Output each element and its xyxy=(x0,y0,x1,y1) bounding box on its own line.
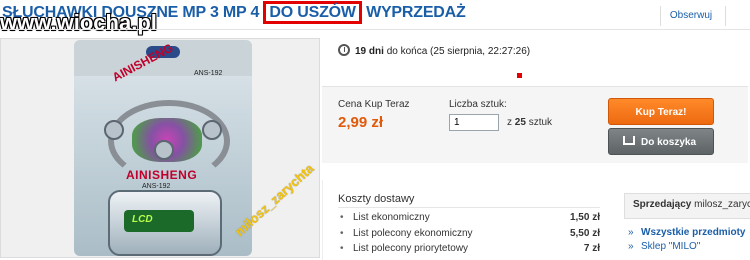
shipping-price: 7 zł xyxy=(583,243,600,254)
buy-now-button[interactable]: Kup Teraz! xyxy=(608,98,714,125)
bullet: » xyxy=(628,227,634,238)
quantity-of-prefix: z xyxy=(507,117,512,128)
quantity-unit: sztuk xyxy=(528,117,553,128)
watch-side-box xyxy=(725,6,746,26)
shipping-row: • List ekonomiczny 1,50 zł xyxy=(340,212,600,226)
bullet: • xyxy=(340,243,344,254)
watch-button[interactable]: Obserwuj xyxy=(660,6,721,26)
shipping-row: • List polecony ekonomiczny 5,50 zł xyxy=(340,228,600,242)
seller-link-text[interactable]: Sklep "MILO" xyxy=(641,241,700,252)
bullet: » xyxy=(628,241,634,252)
quantity-input[interactable] xyxy=(449,114,499,131)
shipping-title: Koszty dostawy xyxy=(338,193,415,205)
add-to-cart-button[interactable]: Do koszyka xyxy=(608,128,714,155)
earbud-left xyxy=(104,120,124,140)
red-marker xyxy=(517,73,522,78)
product-image[interactable]: ANS-192 AINISHENG AINISHENG ANS-192 LCD xyxy=(74,40,252,256)
shipping-method: List ekonomiczny xyxy=(353,212,430,223)
seller-link-text[interactable]: Wszystkie przedmioty xyxy=(641,227,745,238)
title-divider xyxy=(0,29,750,30)
quantity-available-count: 25 xyxy=(514,117,526,128)
quantity-label: Liczba sztuk: xyxy=(449,99,507,110)
listing-title-suffix: WYPRZEDAŻ xyxy=(366,4,466,21)
end-date-text: do końca (25 sierpnia, 22:27:26) xyxy=(386,46,531,57)
earbud-center xyxy=(154,140,174,160)
shipping-price: 5,50 zł xyxy=(569,228,600,239)
add-to-cart-label: Do koszyka xyxy=(641,137,697,148)
model-code-mid: ANS-192 xyxy=(142,183,171,190)
price-value: 2,99 zł xyxy=(338,114,384,131)
clock-icon xyxy=(338,44,350,56)
shipping-method: List polecony ekonomiczny xyxy=(353,228,473,239)
time-remaining: 19 dni do końca (25 sierpnia, 22:27:26) xyxy=(355,46,530,57)
brand-label-mid: AINISHENG xyxy=(126,168,198,182)
shipping-divider xyxy=(338,207,600,208)
cart-icon xyxy=(623,136,635,145)
bullet: • xyxy=(340,228,344,239)
shipping-method: List polecony priorytetowy xyxy=(353,243,469,254)
player-display-text: LCD xyxy=(132,214,153,225)
seller-label: Sprzedający xyxy=(633,199,692,210)
days-left: 19 dni xyxy=(355,46,384,57)
shipping-row: • List polecony priorytetowy 7 zł xyxy=(340,243,600,257)
site-watermark: www.wiocha.pl xyxy=(0,10,157,35)
seller-info: Sprzedający milosz_zarych xyxy=(633,199,750,210)
listing-title-highlight: DO USZÓW xyxy=(263,1,362,24)
price-label: Cena Kup Teraz xyxy=(338,99,410,110)
shipping-price: 1,50 zł xyxy=(569,212,600,223)
bullet: • xyxy=(340,212,344,223)
seller-name[interactable]: milosz_zarych xyxy=(694,199,750,210)
quantity-available: z 25 sztuk xyxy=(507,117,552,128)
model-code-top: ANS-192 xyxy=(194,70,223,77)
earbud-right xyxy=(202,120,222,140)
